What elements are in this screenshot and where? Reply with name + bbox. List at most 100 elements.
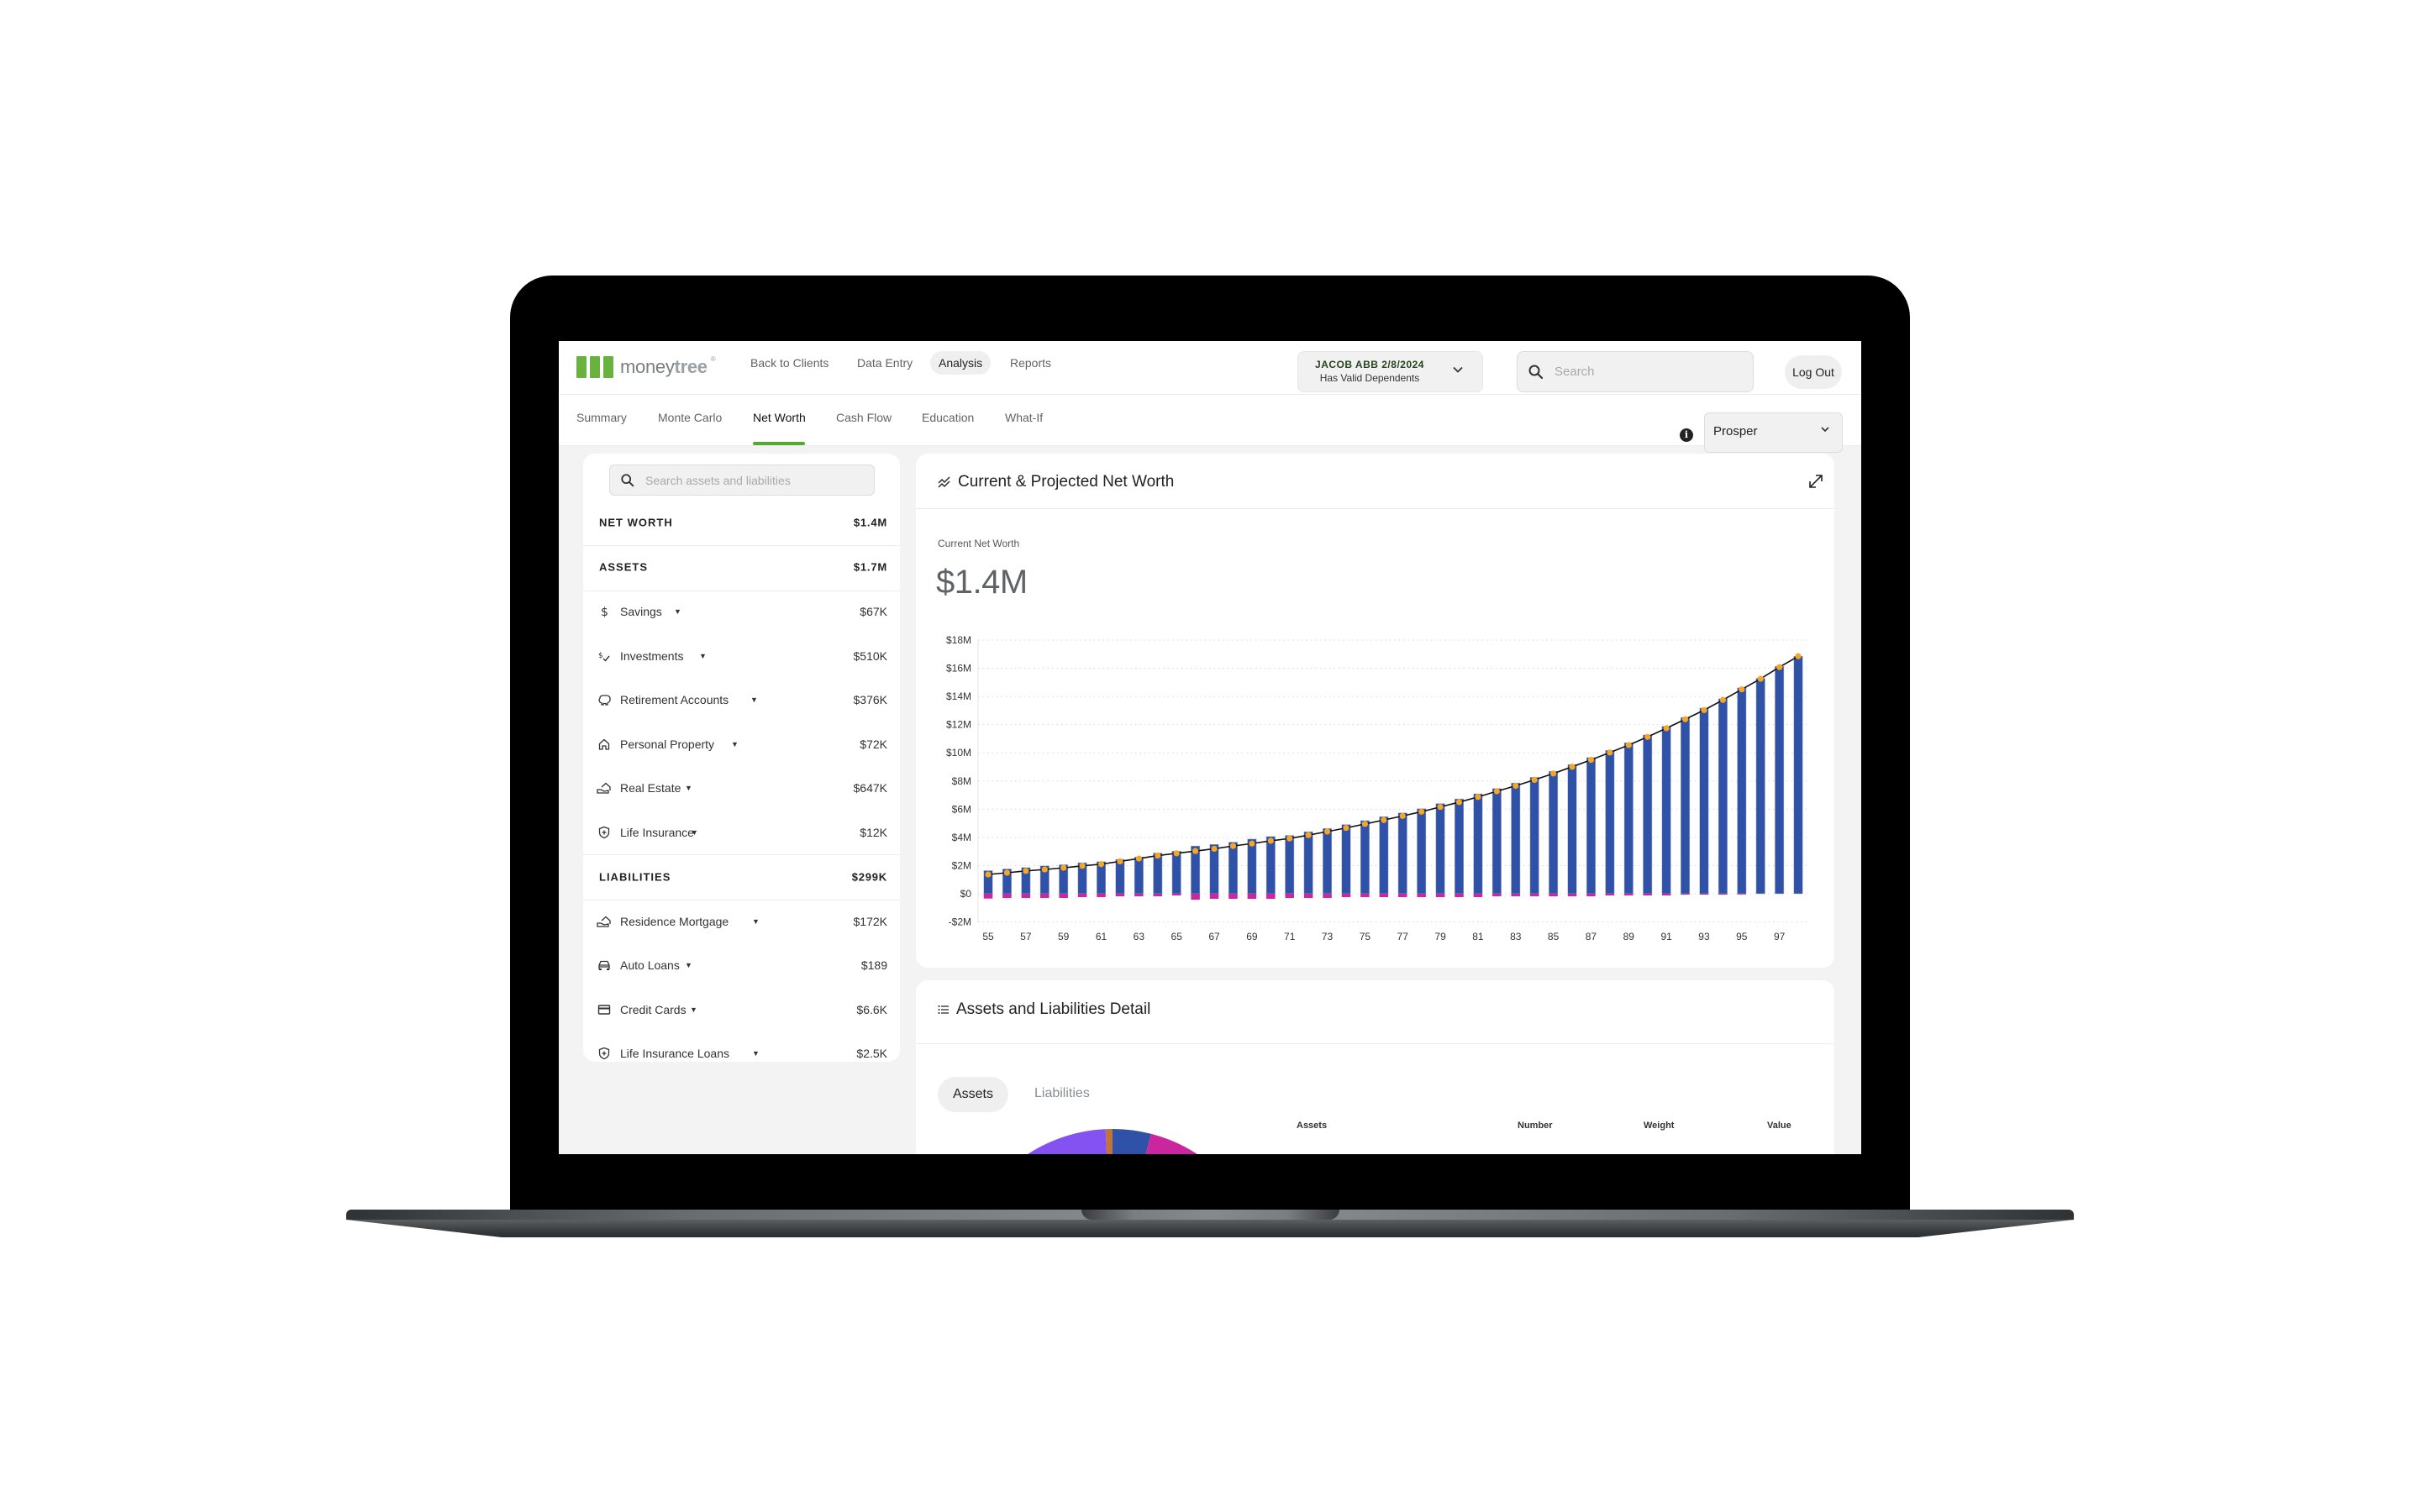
x-tick-label: 73 [1322,931,1334,942]
assets-bar [1153,853,1163,895]
client-selector[interactable]: JACOB ABB 2/8/2024 Has Valid Dependents [1297,351,1483,392]
liability-row-auto-loans[interactable]: Auto Loans ▼ $189 [583,943,900,987]
liabilities-bar [1323,894,1332,899]
asset-value: $510K [853,649,887,663]
analysis-subnav: Summary Monte Carlo Net Worth Cash Flow … [559,395,1861,453]
global-search-input[interactable]: Search [1517,351,1754,392]
x-tick-label: 83 [1510,931,1522,942]
caret-down-icon[interactable]: ▼ [685,784,692,792]
caret-down-icon[interactable]: ▼ [731,740,739,748]
net-worth-row[interactable]: NET WORTH $1.4M [583,501,900,544]
liabilities-bar [1455,894,1464,898]
table-header-number[interactable]: Number [1518,1121,1553,1131]
liabilities-bar [1379,894,1389,898]
asset-row-personal-property[interactable]: Personal Property ▼ $72K [583,722,900,766]
tab-education[interactable]: Education [922,411,974,424]
asset-value: $72K [860,738,887,751]
asset-value: $647K [853,781,887,795]
y-tick-label: $18M [946,634,971,646]
assets-bar [1171,850,1181,895]
asset-row-real-estate[interactable]: Real Estate ▼ $647K [583,766,900,810]
logout-button[interactable]: Log Out [1785,355,1842,389]
nav-analysis[interactable]: Analysis [930,351,992,375]
net-worth-point [1399,812,1406,819]
liabilities-header-row[interactable]: LIABILITIES $299K [583,855,900,899]
liabilities-bar [1021,894,1031,899]
caret-down-icon[interactable]: ▼ [699,652,707,660]
laptop-notch [1081,1210,1339,1220]
liabilities-bar [1586,894,1596,897]
pie-slice[interactable] [957,1129,1113,1154]
net-worth-point [1493,788,1500,795]
liabilities-bar [1097,894,1106,898]
logo-block-icon [603,356,613,378]
net-worth-point [1681,716,1689,722]
logo-block-icon [576,356,587,378]
liability-row-life-insurance-loans[interactable]: Life Insurance Loans ▼ $2.5K [583,1032,900,1075]
nav-back-to-clients[interactable]: Back to Clients [750,356,829,370]
asset-row-retirement-accounts[interactable]: Retirement Accounts ▼ $376K [583,678,900,722]
x-tick-label: 81 [1472,931,1484,942]
scenario-select[interactable]: Prosper [1704,412,1843,453]
asset-row-savings[interactable]: $ Savings ▼ $67K [583,590,900,633]
asset-row-investments[interactable]: $ Investments ▼ $510K [583,634,900,678]
table-header-assets[interactable]: Assets [1297,1121,1327,1131]
net-worth-point [1060,864,1067,871]
tab-cash-flow[interactable]: Cash Flow [836,411,892,424]
assets-header-row[interactable]: ASSETS $1.7M [583,545,900,589]
table-header-weight[interactable]: Weight [1644,1121,1674,1131]
chevron-down-icon [1820,424,1830,437]
tab-what-if[interactable]: What-If [1005,411,1043,424]
y-tick-label: $0 [960,888,972,900]
assets-search-input[interactable]: Search assets and liabilities [609,465,875,496]
caret-down-icon[interactable]: ▼ [685,961,692,969]
net-worth-point [1155,852,1161,859]
asset-label: Life Insurance [620,826,694,839]
assets-bar [1134,856,1144,895]
nav-reports[interactable]: Reports [1010,356,1051,370]
liabilities-bar [1209,894,1219,900]
assets-bar [1755,678,1765,895]
caret-down-icon[interactable]: ▼ [750,696,758,704]
assets-bar [1417,808,1427,895]
asset-value: $12K [860,826,887,839]
liability-row-residence-mortgage[interactable]: Residence Mortgage ▼ $172K [583,900,900,943]
tab-net-worth[interactable]: Net Worth [753,411,806,424]
brand-logo[interactable]: moneytree ® [576,354,716,380]
x-tick-label: 91 [1660,931,1672,942]
pie-slice[interactable] [1105,1128,1113,1154]
pie-slice[interactable] [1113,1129,1151,1154]
info-icon[interactable]: i [1680,428,1693,442]
assets-bar [1793,656,1803,895]
caret-down-icon[interactable]: ▼ [691,828,698,837]
liabilities-total: $299K [851,870,887,884]
asset-row-life-insurance[interactable]: Life Insurance ▼ $12K [583,811,900,854]
assets-bar [1435,803,1445,895]
caret-down-icon[interactable]: ▼ [674,607,681,616]
assets-bar [1491,788,1502,895]
caret-down-icon[interactable]: ▼ [752,917,760,926]
assets-liabilities-panel: Search assets and liabilities NET WORTH … [583,454,900,1062]
table-header-value[interactable]: Value [1767,1121,1791,1131]
x-tick-label: 79 [1434,931,1446,942]
asset-label: Real Estate [620,781,681,795]
assets-liabilities-detail-card: Assets and Liabilities Detail Assets Lia… [916,980,1834,1154]
x-tick-label: 69 [1246,931,1258,942]
laptop-base [346,1210,2074,1238]
nav-data-entry[interactable]: Data Entry [857,356,913,370]
net-worth-point [1757,675,1764,682]
liability-row-credit-cards[interactable]: Credit Cards ▼ $6.6K [583,988,900,1032]
tab-summary[interactable]: Summary [576,411,627,424]
piggy-bank-icon [597,692,612,707]
assets-bar [1643,734,1653,895]
shield-plus-icon [597,1046,612,1061]
caret-down-icon[interactable]: ▼ [752,1049,760,1058]
y-tick-label: $16M [946,663,971,675]
net-worth-point [1097,861,1105,868]
y-tick-label: $6M [952,803,971,815]
tab-monte-carlo[interactable]: Monte Carlo [658,411,722,424]
x-tick-label: 67 [1208,931,1220,942]
chevron-down-icon [1452,364,1464,380]
caret-down-icon[interactable]: ▼ [690,1005,697,1014]
x-tick-label: 57 [1020,931,1032,942]
